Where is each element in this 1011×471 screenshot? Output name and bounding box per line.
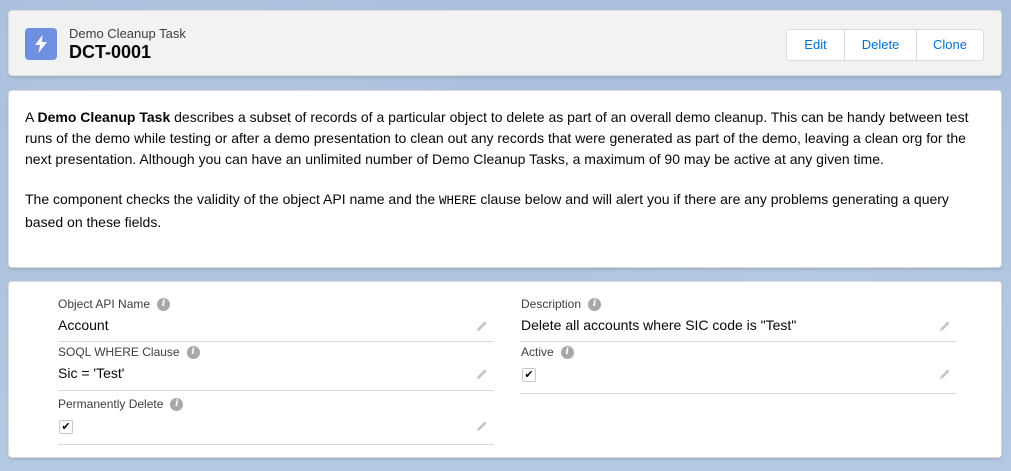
pencil-edit-icon[interactable] (476, 367, 488, 379)
field-soql-where-clause: SOQL WHERE Clause i Sic = 'Test' (58, 345, 494, 391)
delete-button[interactable]: Delete (844, 30, 916, 60)
info-icon[interactable]: i (170, 397, 184, 411)
help-text-card: A Demo Cleanup Task describes a subset o… (8, 90, 1002, 268)
info-icon[interactable]: i (560, 345, 574, 359)
pencil-edit-icon[interactable] (939, 319, 951, 331)
record-detail-card: Object API Name i Account Description i … (8, 281, 1002, 458)
info-icon[interactable]: i (588, 297, 602, 311)
clone-button[interactable]: Clone (916, 30, 983, 60)
field-permanently-delete: Permanently Delete i ✔ (58, 397, 494, 445)
info-icon[interactable]: i (186, 345, 200, 359)
field-object-api-name: Object API Name i Account (58, 297, 494, 342)
edit-button[interactable]: Edit (787, 30, 844, 60)
field-active: Active i ✔ (521, 345, 957, 394)
record-header: Demo Cleanup Task DCT-0001 Edit Delete C… (8, 10, 1002, 76)
field-label: Permanently Delete i (58, 397, 184, 411)
field-label: Active i (521, 345, 574, 359)
active-checkbox: ✔ (522, 368, 536, 382)
help-paragraph-2: The component checks the validity of the… (25, 191, 949, 230)
field-label: Description i (521, 297, 602, 311)
pencil-edit-icon[interactable] (939, 367, 951, 379)
pencil-edit-icon[interactable] (476, 419, 488, 431)
field-value: Sic = 'Test' (58, 365, 125, 381)
pencil-edit-icon[interactable] (476, 319, 488, 331)
field-value: Account (58, 317, 109, 333)
permanently-delete-checkbox: ✔ (59, 420, 73, 434)
field-value: Delete all accounts where SIC code is "T… (521, 317, 797, 333)
field-description: Description i Delete all accounts where … (521, 297, 957, 342)
object-name-emphasis: Demo Cleanup Task (37, 109, 171, 125)
object-type-label: Demo Cleanup Task (69, 26, 186, 41)
record-title: DCT-0001 (69, 42, 152, 62)
where-keyword: WHERE (439, 194, 477, 208)
action-button-group: Edit Delete Clone (786, 29, 984, 61)
help-paragraph-1: A Demo Cleanup Task describes a subset o… (25, 109, 969, 167)
info-icon[interactable]: i (157, 297, 171, 311)
field-label: Object API Name i (58, 297, 171, 311)
field-label: SOQL WHERE Clause i (58, 345, 200, 359)
lightning-bolt-icon (25, 28, 57, 60)
